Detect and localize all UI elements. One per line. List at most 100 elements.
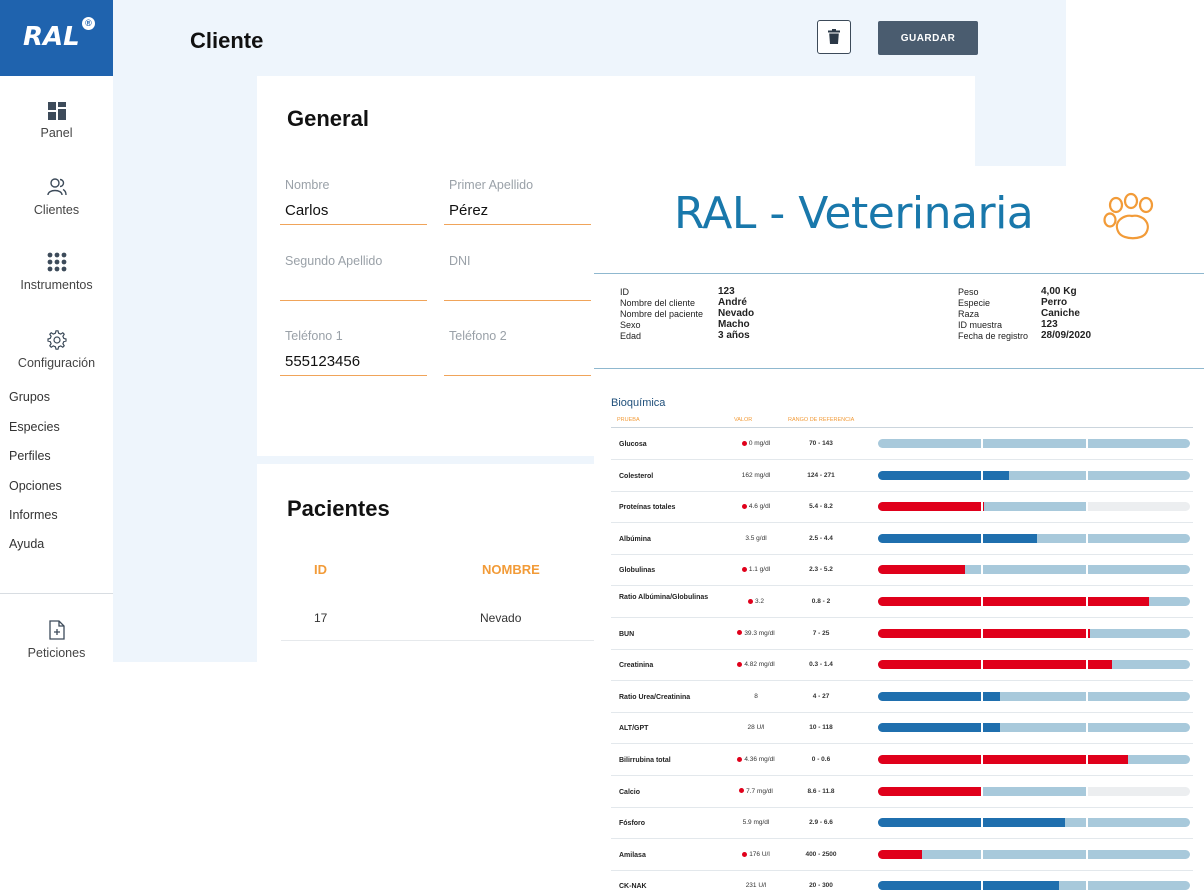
table-row: Amilasa 176 U/l 400 - 2500	[611, 839, 1193, 871]
bar-segment	[878, 660, 981, 670]
sidebar-item-panel[interactable]: Panel	[0, 102, 113, 140]
table-row: ALT/GPT 28 U/l 10 - 118	[611, 712, 1193, 745]
logo[interactable]: RAL ®	[0, 0, 113, 76]
sidebar-item-configuracion[interactable]: Configuración	[0, 330, 113, 370]
bar-segment	[1088, 533, 1190, 543]
field-underline	[444, 300, 591, 301]
bar-segment	[983, 723, 1086, 733]
bar-segment	[983, 660, 1086, 670]
bar-fill	[878, 849, 922, 859]
bar-segment	[878, 818, 981, 828]
reference-range: 4 - 27	[812, 692, 830, 700]
sidebar-subitem-opciones[interactable]: Opciones	[9, 479, 62, 493]
sidebar-divider	[0, 593, 113, 594]
save-button[interactable]: GUARDAR	[878, 21, 978, 55]
delete-button[interactable]	[817, 20, 851, 54]
result-bar	[878, 818, 1190, 828]
bar-segment	[878, 849, 981, 859]
field-label: Primer Apellido	[449, 178, 534, 192]
bar-fill	[983, 660, 1086, 670]
bar-fill	[878, 691, 981, 701]
sidebar-item-peticiones[interactable]: Peticiones	[0, 620, 113, 660]
bar-segment	[983, 786, 1086, 796]
table-row: Ratio Albúmina/Globulinas 3.2 0.8 - 2	[611, 586, 1193, 618]
page-title: Cliente	[190, 28, 264, 53]
bar-fill	[1088, 597, 1150, 606]
reference-range: 7 - 25	[812, 629, 830, 637]
bar-fill	[878, 502, 981, 512]
patient-name-cell[interactable]: Nevado	[480, 611, 521, 625]
info-label: Fecha de registro	[958, 331, 1029, 341]
reference-range: 0.3 - 1.4	[809, 661, 833, 669]
sidebar-subitem-ayuda[interactable]: Ayuda	[9, 537, 44, 551]
bar-segment	[983, 818, 1086, 828]
info-value: André	[718, 297, 747, 308]
result-bar	[878, 565, 1190, 575]
bar-segment	[1088, 660, 1190, 670]
bar-segment	[983, 533, 1086, 543]
sidebar-item-clientes[interactable]: Clientes	[0, 177, 113, 217]
bar-segment	[1088, 439, 1190, 448]
bar-segment	[878, 502, 981, 512]
bar-segment	[983, 691, 1086, 701]
patient-id-cell[interactable]: 17	[314, 611, 327, 625]
field-label: Nombre	[285, 178, 330, 192]
sidebar-item-label: Clientes	[33, 203, 80, 217]
info-value: 123	[1041, 319, 1058, 330]
table-row: Creatinina 4.82 mg/dl 0.3 - 1.4	[611, 649, 1193, 682]
test-value-text: 4.6 g/dl	[748, 503, 771, 511]
result-bar	[878, 628, 1190, 638]
info-label: Nombre del paciente	[620, 309, 704, 319]
table-row: BUN 39.3 mg/dl 7 - 25	[611, 618, 1193, 650]
sidebar-subitem-perfiles[interactable]: Perfiles	[9, 449, 51, 463]
info-value: 123	[718, 286, 735, 297]
bar-segment	[878, 723, 981, 733]
bar-segment	[983, 502, 1086, 512]
sidebar-item-instrumentos[interactable]: Instrumentos	[0, 252, 113, 292]
result-bar	[878, 439, 1190, 448]
bar-fill	[1088, 628, 1091, 638]
test-value-text: 176 U/l	[749, 850, 770, 858]
file-plus-icon	[48, 620, 65, 640]
column-header-id[interactable]: ID	[314, 562, 327, 577]
table-row: Colesterol 162 mg/dl 124 - 271	[611, 460, 1193, 492]
table-row: CK-NAK 231 U/l 20 - 300	[611, 870, 1193, 893]
reference-range: 2.5 - 4.4	[809, 534, 833, 542]
section-title: General	[287, 106, 369, 131]
section-title: Bioquímica	[611, 397, 666, 409]
sidebar-item-label: Configuración	[17, 356, 96, 370]
bar-segment	[1088, 818, 1190, 828]
column-header-nombre[interactable]: NOMBRE	[482, 562, 540, 577]
bar-segment	[983, 439, 1086, 448]
users-icon	[46, 178, 67, 196]
sidebar-item-label: Instrumentos	[20, 278, 93, 292]
field-underline	[280, 224, 427, 225]
info-value: 3 años	[718, 330, 750, 341]
field-value: Carlos	[285, 202, 329, 219]
bar-fill	[983, 818, 1066, 828]
bar-fill	[983, 691, 1000, 701]
sidebar-item-label: Peticiones	[27, 646, 86, 660]
field-label: Segundo Apellido	[285, 254, 383, 268]
bar-fill	[878, 597, 981, 606]
table-row: Fósforo 5.9 mg/dl 2.9 - 6.6	[611, 807, 1193, 840]
bar-segment	[983, 755, 1086, 764]
test-value-text: 28 U/l	[747, 724, 765, 732]
sidebar-subitem-grupos[interactable]: Grupos	[9, 390, 50, 404]
bar-segment	[983, 849, 1086, 859]
field-label: Teléfono 2	[449, 329, 507, 343]
alert-dot-icon	[737, 661, 743, 667]
bar-segment	[983, 597, 1086, 606]
reference-range: 20 - 300	[809, 882, 833, 890]
test-value-text: 231 U/l	[745, 882, 767, 890]
bar-segment	[983, 470, 1086, 480]
report-divider	[594, 273, 1204, 274]
alert-dot-icon	[742, 851, 748, 857]
result-bar	[878, 755, 1190, 764]
sidebar-subitem-informes[interactable]: Informes	[9, 508, 58, 522]
sidebar-subitem-especies[interactable]: Especies	[9, 420, 60, 434]
test-value-text: 162 mg/dl	[741, 471, 771, 479]
alert-dot-icon	[747, 598, 753, 604]
info-value: Perro	[1041, 297, 1068, 308]
reference-range: 5.4 - 8.2	[809, 503, 833, 511]
